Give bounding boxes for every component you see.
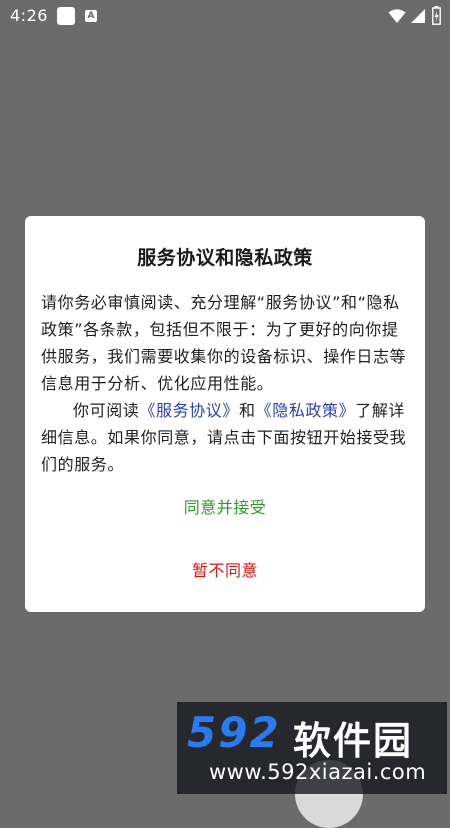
disagree-button[interactable]: 暂不同意	[25, 551, 425, 591]
status-time: 4:26	[10, 6, 48, 25]
status-bar: 4:26 A	[0, 0, 450, 32]
signal-icon	[411, 9, 425, 23]
battery-icon	[432, 6, 441, 25]
dialog-body: 请你务必审慎阅读、充分理解“服务协议”和“隐私政策”各条款，包括但不限于：为了更…	[41, 289, 411, 478]
watermark-url: www.592xiazai.com	[209, 760, 427, 784]
wifi-icon	[388, 9, 406, 23]
square-notification-icon	[57, 7, 75, 25]
privacy-dialog: 服务协议和隐私政策 请你务必审慎阅读、充分理解“服务协议”和“隐私政策”各条款，…	[25, 216, 425, 612]
agreement-paragraph: 请你务必审慎阅读、充分理解“服务协议”和“隐私政策”各条款，包括但不限于：为了更…	[41, 293, 407, 393]
service-agreement-link[interactable]: 《服务协议》	[139, 401, 239, 420]
links-paragraph: 你可阅读《服务协议》和《隐私政策》了解详细信息。如果你同意，请点击下面按钮开始接…	[41, 397, 411, 478]
a-notification-icon: A	[85, 10, 97, 22]
privacy-policy-link[interactable]: 《隐私政策》	[256, 401, 356, 420]
dialog-title: 服务协议和隐私政策	[137, 247, 313, 269]
links-paragraph-and: 和	[239, 401, 256, 420]
links-paragraph-prefix: 你可阅读	[73, 401, 140, 420]
watermark: 592 软件园 www.592xiazai.com	[177, 702, 447, 794]
watermark-name: 软件园	[293, 719, 414, 763]
agree-button[interactable]: 同意并接受	[25, 488, 425, 528]
watermark-logo: 592	[187, 708, 281, 757]
